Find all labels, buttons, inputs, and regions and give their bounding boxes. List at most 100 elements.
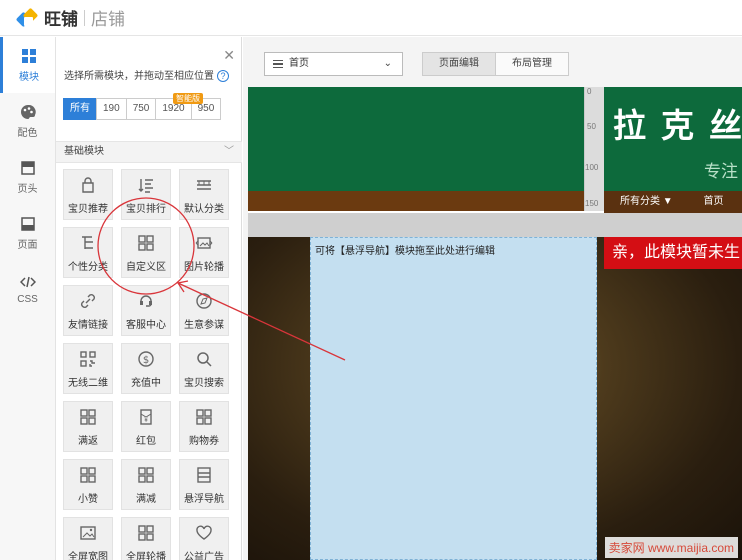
module-label: 生意参谋 — [184, 320, 224, 331]
module-tile[interactable]: 自定义区 — [121, 227, 171, 278]
shop-banner-title: 拉克丝 — [613, 106, 742, 145]
service-icon — [140, 295, 152, 307]
module-label: 客服中心 — [126, 320, 166, 331]
module-panel: ✕ 选择所需模块，并拖动至相应位置? 所有 190 750 1920 950 智… — [56, 37, 242, 560]
page-icon — [20, 216, 35, 231]
rail-label: 页面 — [17, 239, 38, 251]
watermark: 卖家网 www.maijia.com — [604, 537, 738, 558]
qrcode-icon — [80, 351, 96, 367]
float-nav-icon — [197, 467, 211, 483]
sort-list-icon — [138, 179, 153, 193]
smart-edition-badge: 智能版 — [173, 93, 203, 104]
module-tile[interactable]: 生意参谋 — [179, 285, 229, 336]
module-tile[interactable]: 满返 — [63, 401, 113, 452]
dollar-icon: $ — [138, 351, 154, 367]
filter-750[interactable]: 750 — [125, 98, 157, 120]
module-tile[interactable]: 小赞 — [63, 459, 113, 510]
rail-item-header[interactable]: 页头 — [0, 149, 55, 205]
grid-icon — [138, 525, 154, 541]
logo-icon — [15, 7, 39, 28]
banner-brown-strip — [248, 191, 584, 211]
module-tile[interactable]: 公益广告 — [179, 517, 229, 560]
editor-tabs: 页面编辑 布局管理 — [422, 52, 569, 76]
search-icon — [197, 352, 212, 367]
module-tile[interactable]: 全屏轮播 — [121, 517, 171, 560]
red-envelope-icon: ¥ — [140, 409, 152, 425]
rail-label: 模块 — [19, 71, 39, 83]
module-tile[interactable]: 友情链接 — [63, 285, 113, 336]
compass-icon — [196, 293, 212, 309]
ruler-tick: 100 — [585, 163, 599, 172]
filter-all[interactable]: 所有 — [63, 98, 97, 120]
module-tile[interactable]: $ 充值中 — [121, 343, 171, 394]
tree-icon — [82, 236, 93, 249]
module-tile[interactable]: 宝贝排行 — [121, 169, 171, 220]
nav-home[interactable]: 首页 — [703, 196, 723, 207]
rail-item-colors[interactable]: 配色 — [0, 93, 55, 149]
brand-divider — [84, 9, 85, 26]
page-select[interactable]: 首页 ⌄ — [264, 52, 403, 76]
ruler-tick: 0 — [587, 87, 592, 96]
rail-item-css[interactable]: CSS — [0, 261, 55, 317]
module-tile[interactable]: 个性分类 — [63, 227, 113, 278]
workspace: 首页 ⌄ 页面编辑 布局管理 0 50 100 150 拉克丝 专注 所有分类 … — [243, 37, 742, 560]
drop-zone[interactable]: 可将【悬浮导航】模块拖至此处进行编辑 — [310, 237, 597, 560]
module-tile[interactable]: 无线二维 — [63, 343, 113, 394]
vertical-ruler[interactable]: 0 50 100 150 — [584, 87, 604, 211]
module-label: 默认分类 — [184, 204, 224, 215]
module-label: 宝贝排行 — [126, 204, 166, 215]
section-basic-modules[interactable]: 基础模块 ﹀ — [56, 141, 242, 163]
rail-item-page[interactable]: 页面 — [0, 205, 55, 261]
left-rail: 模块 配色 页头 页面 CSS — [0, 37, 56, 560]
brand-subtitle: 店铺 — [91, 10, 125, 29]
gray-divider-strip — [248, 213, 742, 237]
filter-190[interactable]: 190 — [96, 98, 127, 120]
module-label: 友情链接 — [68, 320, 108, 331]
module-label: 满减 — [136, 494, 156, 505]
category-icon — [197, 180, 211, 190]
heart-icon — [196, 525, 212, 540]
svg-text:¥: ¥ — [144, 418, 148, 424]
module-label: 购物券 — [189, 436, 219, 447]
ruler-tick: 150 — [585, 199, 599, 208]
shop-nav-bar: 所有分类 ▼ 首页 — [604, 191, 742, 213]
module-label: 宝贝搜索 — [184, 378, 224, 389]
grid-icon — [80, 409, 96, 425]
module-tile[interactable]: 满减 — [121, 459, 171, 510]
close-icon[interactable]: ✕ — [223, 47, 235, 64]
rail-label: CSS — [17, 293, 38, 305]
panel-hint: 选择所需模块，并拖动至相应位置? — [64, 67, 229, 82]
module-label: 全屏轮播 — [126, 552, 166, 560]
tab-page-edit[interactable]: 页面编辑 — [422, 52, 496, 76]
module-tile[interactable]: 宝贝搜索 — [179, 343, 229, 394]
help-icon[interactable]: ? — [217, 70, 229, 82]
bag-icon — [82, 177, 94, 193]
module-label: 悬浮导航 — [184, 494, 224, 505]
link-icon — [81, 294, 95, 308]
page-select-value: 首页 — [289, 58, 309, 69]
tab-layout-manage[interactable]: 布局管理 — [495, 52, 569, 76]
banner-left — [248, 87, 584, 211]
module-label: 自定义区 — [126, 262, 166, 273]
module-tile[interactable]: 默认分类 — [179, 169, 229, 220]
nav-all-categories[interactable]: 所有分类 ▼ — [620, 196, 673, 207]
chevron-down-icon: ﹀ — [224, 146, 234, 157]
module-tile[interactable]: 图片轮播 — [179, 227, 229, 278]
palette-icon — [20, 104, 36, 119]
module-tile[interactable]: 购物券 — [179, 401, 229, 452]
module-label: 红包 — [136, 436, 156, 447]
grid-icon — [22, 48, 36, 63]
module-label: 公益广告 — [184, 552, 224, 560]
module-tile[interactable]: 宝贝推荐 — [63, 169, 113, 220]
rail-item-modules[interactable]: 模块 — [0, 37, 55, 93]
carousel-icon — [195, 237, 213, 249]
module-label: 充值中 — [131, 378, 161, 389]
module-tile[interactable]: 悬浮导航 — [179, 459, 229, 510]
module-tile[interactable]: 全屏宽图 — [63, 517, 113, 560]
shop-banner-subtitle: 专注 — [704, 162, 738, 181]
module-tile[interactable]: ¥ 红包 — [121, 401, 171, 452]
section-title: 基础模块 — [64, 146, 104, 157]
brand-name: 旺铺 — [44, 10, 78, 29]
code-icon — [19, 276, 36, 287]
module-tile[interactable]: 客服中心 — [121, 285, 171, 336]
